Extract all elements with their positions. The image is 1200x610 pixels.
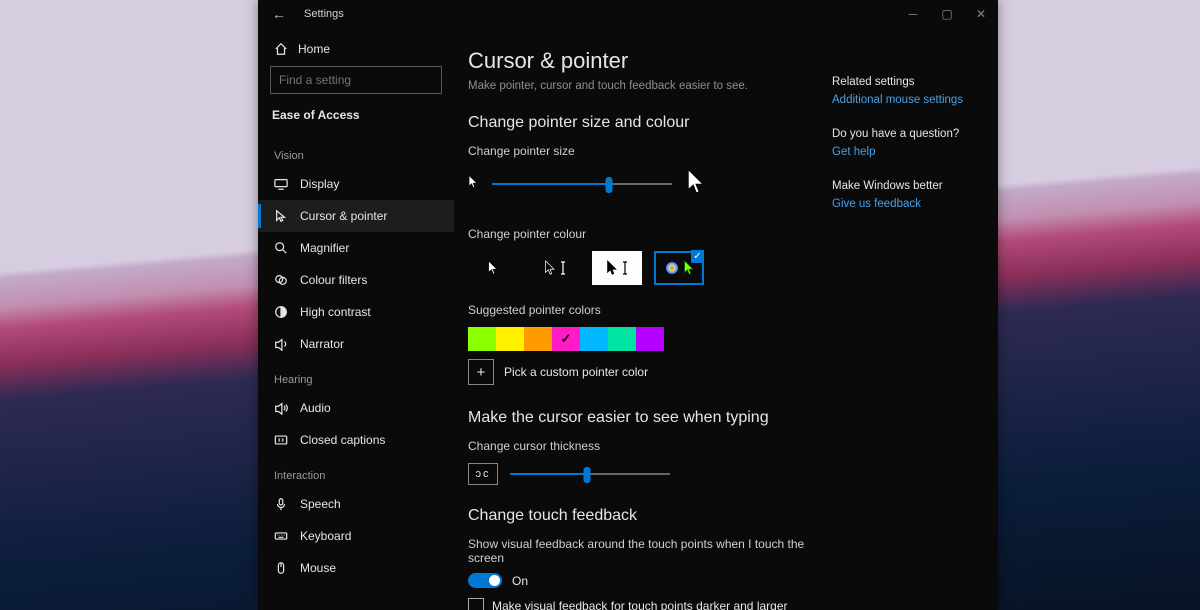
sidebar-item-label: Mouse [300, 561, 336, 575]
sidebar-item-label: Audio [300, 401, 331, 415]
color-filters-icon [274, 273, 288, 287]
display-icon [274, 177, 288, 191]
touch-feedback-state: On [512, 574, 528, 588]
pointer-color-option-black[interactable] [530, 251, 580, 285]
sidebar-item-display[interactable]: Display [258, 168, 454, 200]
audio-icon [274, 401, 288, 415]
minimize-button[interactable]: ─ [896, 0, 930, 28]
give-feedback-link[interactable]: Give us feedback [832, 198, 986, 210]
pointer-large-icon [686, 168, 706, 199]
thickness-preview: ɔc [468, 463, 498, 485]
make-better-heading: Make Windows better [832, 180, 986, 192]
pointer-color-option-white[interactable] [468, 251, 518, 285]
label-cursor-thickness: Change cursor thickness [468, 439, 808, 453]
sidebar-item-label: Colour filters [300, 273, 367, 287]
high-contrast-icon [274, 305, 288, 319]
close-button[interactable]: ✕ [964, 0, 998, 28]
sidebar-item-closed-captions[interactable]: Closed captions [258, 424, 454, 456]
color-swatch[interactable] [608, 327, 636, 351]
heading-size-color: Change pointer size and colour [468, 114, 808, 132]
pointer-color-option-inverted[interactable] [592, 251, 642, 285]
sidebar-item-narrator[interactable]: Narrator [258, 328, 454, 360]
sidebar-item-label: Magnifier [300, 241, 349, 255]
home-link[interactable]: Home [258, 36, 454, 66]
window-title: Settings [304, 8, 344, 20]
settings-window: ← Settings ─ ▢ ✕ Home Ease of Acces [258, 0, 998, 610]
content: Cursor & pointer Make pointer, cursor an… [454, 28, 826, 610]
sidebar-item-audio[interactable]: Audio [258, 392, 454, 424]
sidebar-item-label: Speech [300, 497, 341, 511]
color-swatch[interactable] [552, 327, 580, 351]
sidebar-group-label: Vision [258, 136, 454, 168]
heading-cursor: Make the cursor easier to see when typin… [468, 409, 808, 427]
cursor-icon [274, 209, 288, 223]
touch-darker-checkbox[interactable] [468, 598, 484, 610]
main-area: Cursor & pointer Make pointer, cursor an… [454, 28, 998, 610]
sidebar-item-label: High contrast [300, 305, 371, 319]
get-help-link[interactable]: Get help [832, 146, 986, 158]
pointer-small-icon [468, 175, 478, 192]
pick-custom-color-button[interactable]: + [468, 359, 494, 385]
color-swatch[interactable] [636, 327, 664, 351]
color-swatch[interactable] [524, 327, 552, 351]
color-swatch[interactable] [468, 327, 496, 351]
sidebar-item-speech[interactable]: Speech [258, 488, 454, 520]
back-button[interactable]: ← [272, 6, 286, 22]
sidebar-item-cursor-pointer[interactable]: Cursor & pointer [258, 200, 454, 232]
home-label: Home [298, 42, 330, 56]
touch-darker-label: Make visual feedback for touch points da… [492, 599, 788, 610]
sidebar-item-label: Keyboard [300, 529, 351, 543]
maximize-button[interactable]: ▢ [930, 0, 964, 28]
sidebar-item-label: Cursor & pointer [300, 209, 387, 223]
narrator-icon [274, 337, 288, 351]
page-title: Cursor & pointer [468, 48, 808, 74]
label-suggested-colors: Suggested pointer colors [468, 303, 808, 317]
question-heading: Do you have a question? [832, 128, 986, 140]
sidebar-item-keyboard[interactable]: Keyboard [258, 520, 454, 552]
sidebar-group-label: Interaction [258, 456, 454, 488]
section-title: Ease of Access [258, 104, 454, 136]
right-rail: Related settings Additional mouse settin… [826, 28, 996, 610]
color-swatch[interactable] [580, 327, 608, 351]
sidebar-group-label: Hearing [258, 360, 454, 392]
pointer-size-slider[interactable] [492, 176, 672, 192]
page-subtitle: Make pointer, cursor and touch feedback … [468, 80, 808, 92]
search-input[interactable] [279, 73, 434, 87]
label-pointer-color: Change pointer colour [468, 227, 808, 241]
sidebar-item-magnifier[interactable]: Magnifier [258, 232, 454, 264]
touch-feedback-desc: Show visual feedback around the touch po… [468, 537, 808, 565]
magnifier-icon [274, 241, 288, 255]
pointer-color-option-custom[interactable] [654, 251, 704, 285]
titlebar: ← Settings ─ ▢ ✕ [258, 0, 998, 28]
sidebar-item-high-contrast[interactable]: High contrast [258, 296, 454, 328]
search-box[interactable] [270, 66, 442, 94]
pick-custom-color-label: Pick a custom pointer color [504, 365, 648, 379]
sidebar-item-label: Narrator [300, 337, 344, 351]
touch-feedback-toggle[interactable] [468, 573, 502, 588]
additional-mouse-settings-link[interactable]: Additional mouse settings [832, 94, 986, 106]
sidebar: Home Ease of Access Vision Display Cursor … [258, 28, 454, 610]
sidebar-item-label: Display [300, 177, 339, 191]
keyboard-icon [274, 529, 288, 543]
related-settings-heading: Related settings [832, 76, 986, 88]
sidebar-item-colour-filters[interactable]: Colour filters [258, 264, 454, 296]
mouse-icon [274, 561, 288, 575]
cursor-thickness-slider[interactable] [510, 466, 670, 482]
color-swatch[interactable] [496, 327, 524, 351]
sidebar-item-label: Closed captions [300, 433, 385, 447]
home-icon [274, 42, 288, 56]
label-pointer-size: Change pointer size [468, 144, 808, 158]
speech-icon [274, 497, 288, 511]
closed-captions-icon [274, 433, 288, 447]
sidebar-item-mouse[interactable]: Mouse [258, 552, 454, 584]
heading-touch: Change touch feedback [468, 507, 808, 525]
